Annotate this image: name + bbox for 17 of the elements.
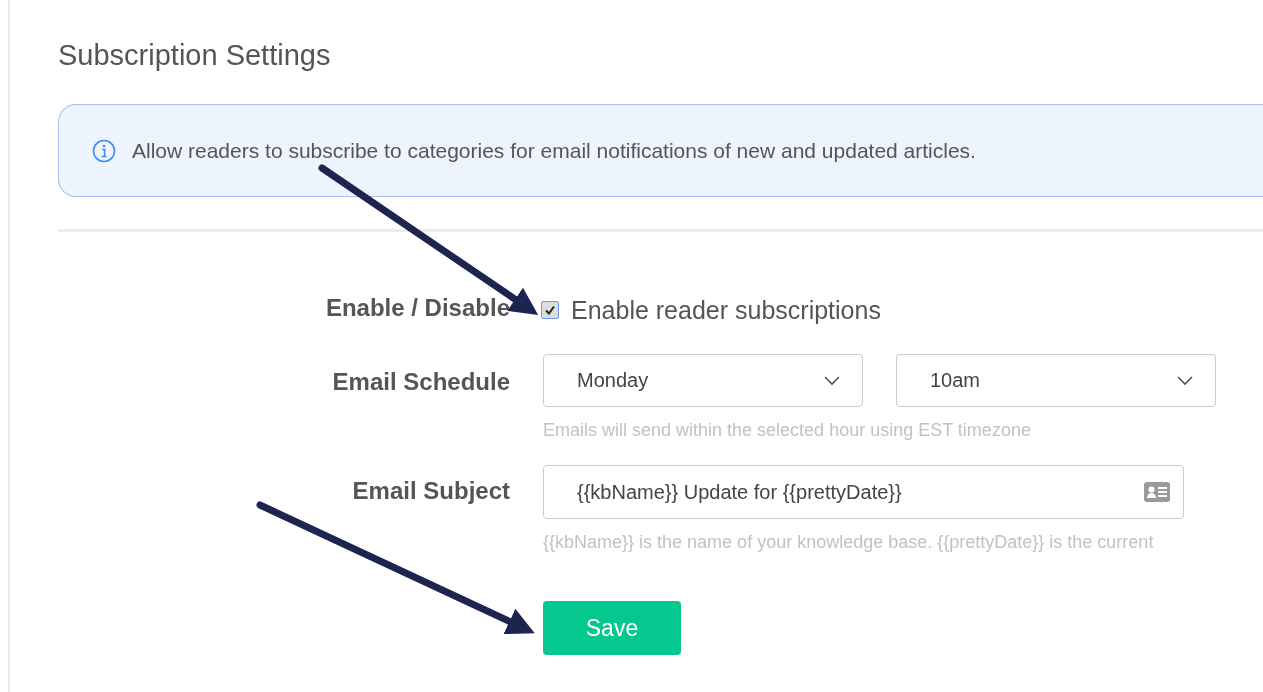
page-title: Subscription Settings <box>58 38 332 73</box>
hour-dropdown[interactable]: 10am <box>896 354 1216 407</box>
chevron-down-icon <box>824 375 840 386</box>
contact-card-icon <box>1144 482 1170 502</box>
help-text: {{kbName}} is the name of your knowledge base. {{prettyDate}} is the current <box>543 532 1155 553</box>
chevron-down-icon <box>1177 375 1193 386</box>
checkmark-icon <box>544 304 556 316</box>
field-label: Enable / Disable <box>324 293 510 322</box>
day-dropdown[interactable]: Monday <box>543 354 863 407</box>
info-text: Allow readers to subscribe to categories for email notifications of new and updated articles. <box>132 138 976 163</box>
checkbox-label: Enable reader subscriptions <box>571 295 881 325</box>
field-label: Email Subject <box>351 476 510 505</box>
info-icon <box>92 138 116 163</box>
subject-field[interactable]: {{kbName}} Update for {{prettyDate}} <box>543 465 1184 519</box>
field-label: Email Schedule <box>331 367 510 396</box>
help-text: Emails will send within the selected hour using EST timezone <box>543 420 1032 441</box>
checkbox[interactable] <box>541 301 559 319</box>
